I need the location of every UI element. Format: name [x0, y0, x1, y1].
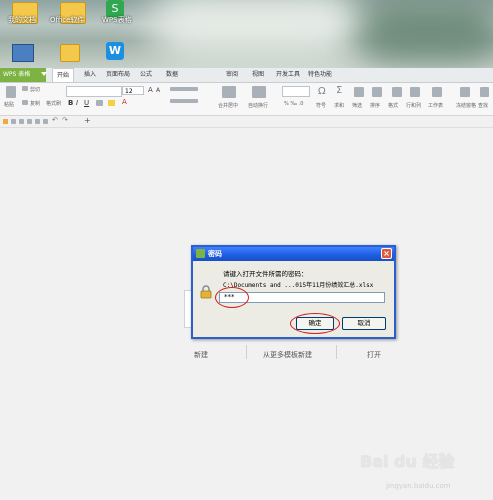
add-tab-icon[interactable]: + — [84, 116, 91, 125]
sort-label: 排序 — [370, 103, 381, 109]
desktop-background: 我的文档 Office软件 S WPS表格 W — [0, 0, 493, 68]
underline-icon[interactable]: U — [84, 99, 89, 107]
tab-formulas[interactable]: 公式 — [136, 68, 156, 82]
cut-label: 剪切 — [30, 87, 41, 93]
spellcheck-icon[interactable] — [35, 119, 40, 124]
font-color-icon[interactable]: A — [122, 98, 127, 106]
redo-icon[interactable]: ↷ — [62, 116, 68, 124]
paste-label: 粘贴 — [4, 102, 15, 108]
borders-icon[interactable] — [96, 100, 103, 106]
rows-columns-icon[interactable] — [410, 87, 420, 97]
number-format-select[interactable] — [282, 86, 310, 97]
open-label[interactable]: 打开 — [367, 350, 381, 360]
freeze-panes-icon[interactable] — [460, 87, 470, 97]
paste-icon[interactable] — [6, 86, 16, 98]
font-name-select[interactable] — [66, 86, 122, 97]
quick-access-toolbar — [0, 116, 493, 128]
tab-features[interactable]: 特色功能 — [306, 68, 334, 82]
highlight-ring — [290, 313, 340, 334]
tab-home[interactable]: 开始 — [52, 68, 74, 82]
font-size-select[interactable]: 12 — [122, 86, 144, 95]
copy-label: 复制 — [30, 101, 41, 107]
copy-icon[interactable] — [22, 100, 28, 105]
sum-label: 求和 — [334, 103, 345, 109]
wps-writer-icon[interactable]: W — [106, 42, 124, 60]
fill-color-icon[interactable] — [108, 100, 115, 106]
format-icon[interactable] — [392, 87, 402, 97]
cut-icon[interactable] — [22, 86, 28, 91]
dialog-title: 密码 — [208, 250, 222, 258]
tab-insert[interactable]: 插入 — [80, 68, 100, 82]
desktop-icon-label[interactable]: 我的文档 — [8, 15, 36, 25]
divider — [246, 345, 247, 359]
sum-icon[interactable]: Σ — [336, 85, 342, 96]
app-menu-button[interactable]: WPS 表格 — [0, 68, 46, 82]
file-path: C:\Documents and ...015年11月份绩效汇总.xlsx — [223, 282, 374, 289]
worksheet-label: 工作表 — [428, 103, 444, 109]
close-icon[interactable]: × — [381, 248, 392, 259]
cancel-button[interactable]: 取消 — [342, 317, 386, 330]
open-icon[interactable] — [3, 119, 8, 124]
rows-columns-label: 行和列 — [406, 103, 422, 109]
italic-icon[interactable]: I — [76, 99, 78, 107]
desktop-icon-label[interactable]: Office软件 — [50, 15, 84, 25]
alignment-icons[interactable] — [170, 87, 198, 91]
undo-icon[interactable]: ↶ — [52, 116, 58, 124]
grow-font-icon[interactable]: A — [148, 86, 153, 94]
tab-developer[interactable]: 开发工具 — [274, 68, 302, 82]
new-from-template-label[interactable]: 从更多模板新建 — [263, 350, 312, 360]
new-label[interactable]: 新建 — [194, 350, 208, 360]
shrink-font-icon[interactable]: A — [156, 87, 160, 94]
indent-icons[interactable] — [170, 99, 198, 103]
format-label: 格式 — [388, 103, 399, 109]
merge-center-icon[interactable] — [222, 86, 236, 98]
save-icon[interactable] — [11, 119, 16, 124]
lock-icon — [199, 284, 213, 299]
tab-placeholder[interactable] — [188, 68, 216, 82]
baidu-watermark: Bai du 经验 — [360, 452, 455, 471]
wps-app-icon — [196, 249, 205, 258]
tab-data[interactable]: 数据 — [162, 68, 182, 82]
filter-icon[interactable] — [354, 87, 364, 97]
find-label: 查找 — [478, 103, 489, 109]
print-preview-icon[interactable] — [27, 119, 32, 124]
wrap-text-icon[interactable] — [252, 86, 266, 98]
tab-view[interactable]: 视图 — [248, 68, 268, 82]
format-painter-label: 格式刷 — [46, 101, 62, 107]
freeze-panes-label: 冻结窗格 — [456, 103, 477, 109]
print-icon[interactable] — [19, 119, 24, 124]
filter-label: 筛选 — [352, 103, 363, 109]
percent-icons[interactable]: % ‰ .0 — [284, 101, 303, 107]
password-prompt: 请键入打开文件所需的密码： — [223, 270, 308, 278]
copy-format-icon[interactable] — [43, 119, 48, 124]
divider — [336, 345, 337, 359]
sort-icon[interactable] — [372, 87, 382, 97]
highlight-ring — [215, 287, 249, 308]
wrap-text-label: 自动换行 — [248, 103, 269, 109]
tab-page-layout[interactable]: 页面布局 — [104, 68, 132, 82]
baidu-watermark-url: jingyan.baidu.com — [386, 482, 451, 490]
merge-center-label: 合并居中 — [218, 103, 239, 109]
symbol-icon[interactable]: Ω — [318, 86, 326, 97]
password-dialog: 密码 × 请键入打开文件所需的密码： C:\Documents and ...0… — [191, 245, 396, 339]
worksheet-icon[interactable] — [432, 87, 442, 97]
folder-icon[interactable] — [60, 44, 80, 62]
symbol-label: 符号 — [316, 103, 327, 109]
computer-icon[interactable] — [12, 44, 34, 62]
chevron-down-icon[interactable] — [41, 72, 47, 76]
find-icon[interactable] — [480, 87, 489, 97]
dialog-title-bar[interactable] — [193, 247, 394, 261]
bold-icon[interactable]: B — [68, 99, 73, 107]
tab-review[interactable]: 审阅 — [222, 68, 242, 82]
desktop-icon-label[interactable]: WPS表格 — [102, 15, 132, 25]
